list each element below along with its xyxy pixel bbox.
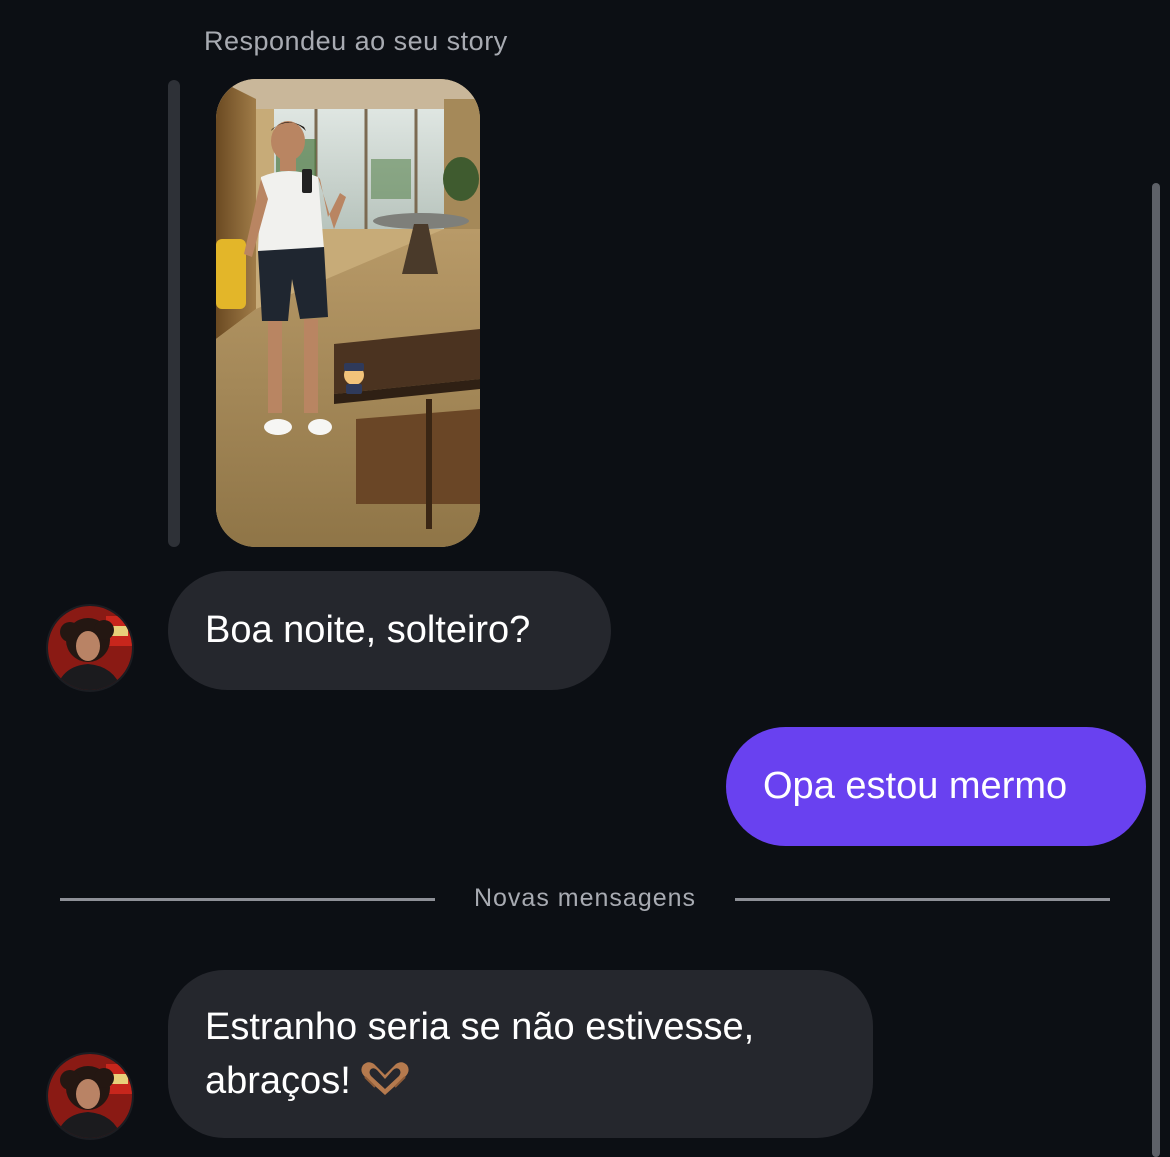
- message-text: Opa estou mermo: [763, 765, 1068, 807]
- message-text-line-2: abraços!: [205, 1054, 836, 1112]
- avatar-photo: [48, 606, 132, 690]
- divider-line-right: [735, 898, 1110, 901]
- message-text: Boa noite, solteiro?: [205, 609, 531, 651]
- story-photo: [216, 79, 480, 547]
- chat-screen: Respondeu ao seu story Boa noite, soltei…: [0, 0, 1170, 1157]
- story-thumbnail[interactable]: [216, 79, 480, 547]
- message-bubble-incoming[interactable]: Estranho seria se não estivesse, abraços…: [168, 970, 873, 1138]
- reply-quote-bar: [168, 80, 180, 547]
- police-officer-emoji-icon: [344, 363, 364, 394]
- message-text-end: abraços!: [205, 1060, 351, 1102]
- avatar-photo: [48, 1054, 132, 1138]
- story-reply-caption: Respondeu ao seu story: [204, 26, 508, 56]
- divider-line-left: [60, 898, 435, 901]
- scrollbar[interactable]: [1152, 183, 1160, 1157]
- sender-avatar[interactable]: [48, 1054, 132, 1138]
- message-bubble-outgoing[interactable]: Opa estou mermo: [726, 727, 1146, 846]
- message-text-line: Estranho seria se não estivesse,: [205, 1006, 755, 1048]
- heart-hands-emoji-icon: [359, 1058, 411, 1112]
- message-bubble-incoming[interactable]: Boa noite, solteiro?: [168, 571, 611, 690]
- new-messages-divider: Novas mensagens: [473, 884, 697, 912]
- sender-avatar[interactable]: [48, 606, 132, 690]
